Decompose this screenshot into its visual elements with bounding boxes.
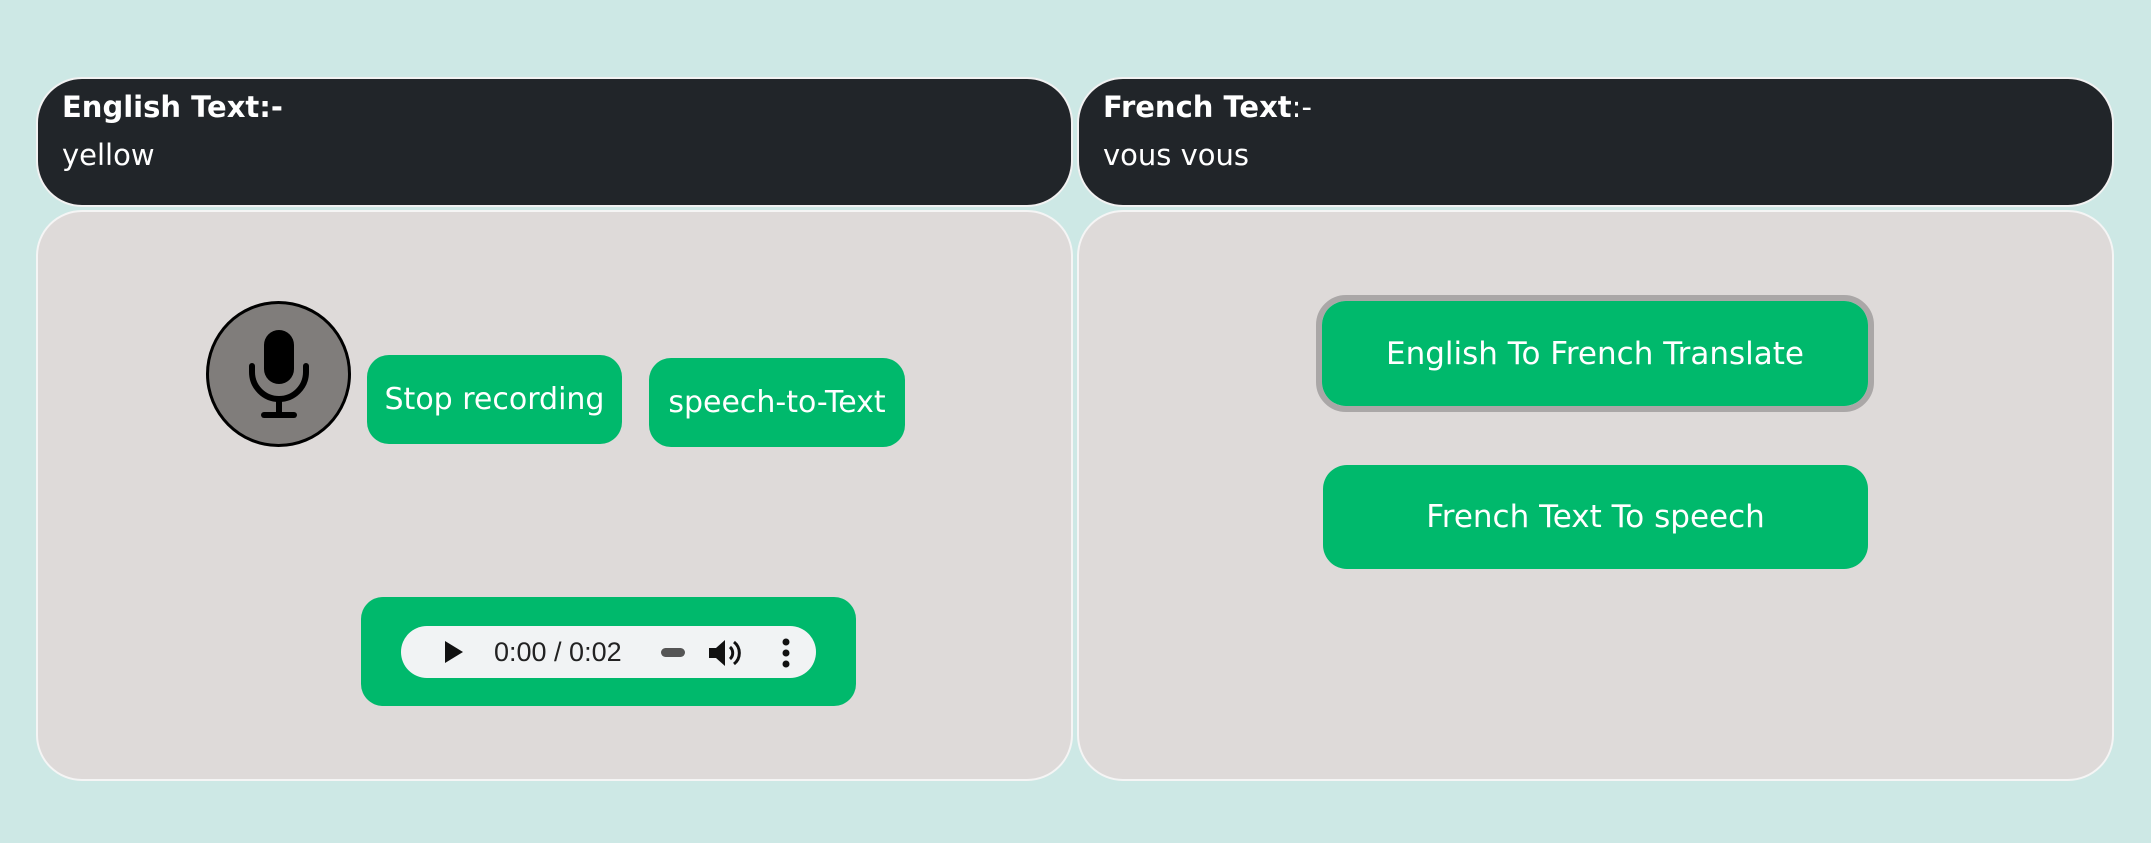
microphone-icon	[248, 330, 309, 418]
microphone-button[interactable]	[206, 301, 351, 447]
english-text-panel: English Text:- yellow	[36, 77, 1073, 207]
french-text-heading: French Text:-	[1103, 90, 1312, 124]
stop-recording-button[interactable]: Stop recording	[367, 355, 622, 444]
audio-progress-bar[interactable]	[661, 648, 685, 657]
audio-player-container: 0:00 / 0:02	[361, 597, 856, 706]
volume-icon[interactable]	[707, 638, 743, 668]
english-text-value: yellow	[62, 138, 155, 172]
french-text-value: vous vous	[1103, 138, 1250, 172]
french-text-panel: French Text:- vous vous	[1077, 77, 2114, 207]
play-icon[interactable]	[445, 641, 463, 663]
audio-time: 0:00 / 0:02	[494, 637, 622, 667]
english-text-heading: English Text:-	[62, 90, 283, 124]
speech-to-text-button[interactable]: speech-to-Text	[649, 358, 905, 447]
french-text-to-speech-button[interactable]: French Text To speech	[1323, 465, 1868, 569]
audio-player: 0:00 / 0:02	[401, 626, 816, 678]
english-to-french-translate-button[interactable]: English To French Translate	[1322, 301, 1868, 406]
more-options-icon[interactable]	[782, 638, 790, 668]
